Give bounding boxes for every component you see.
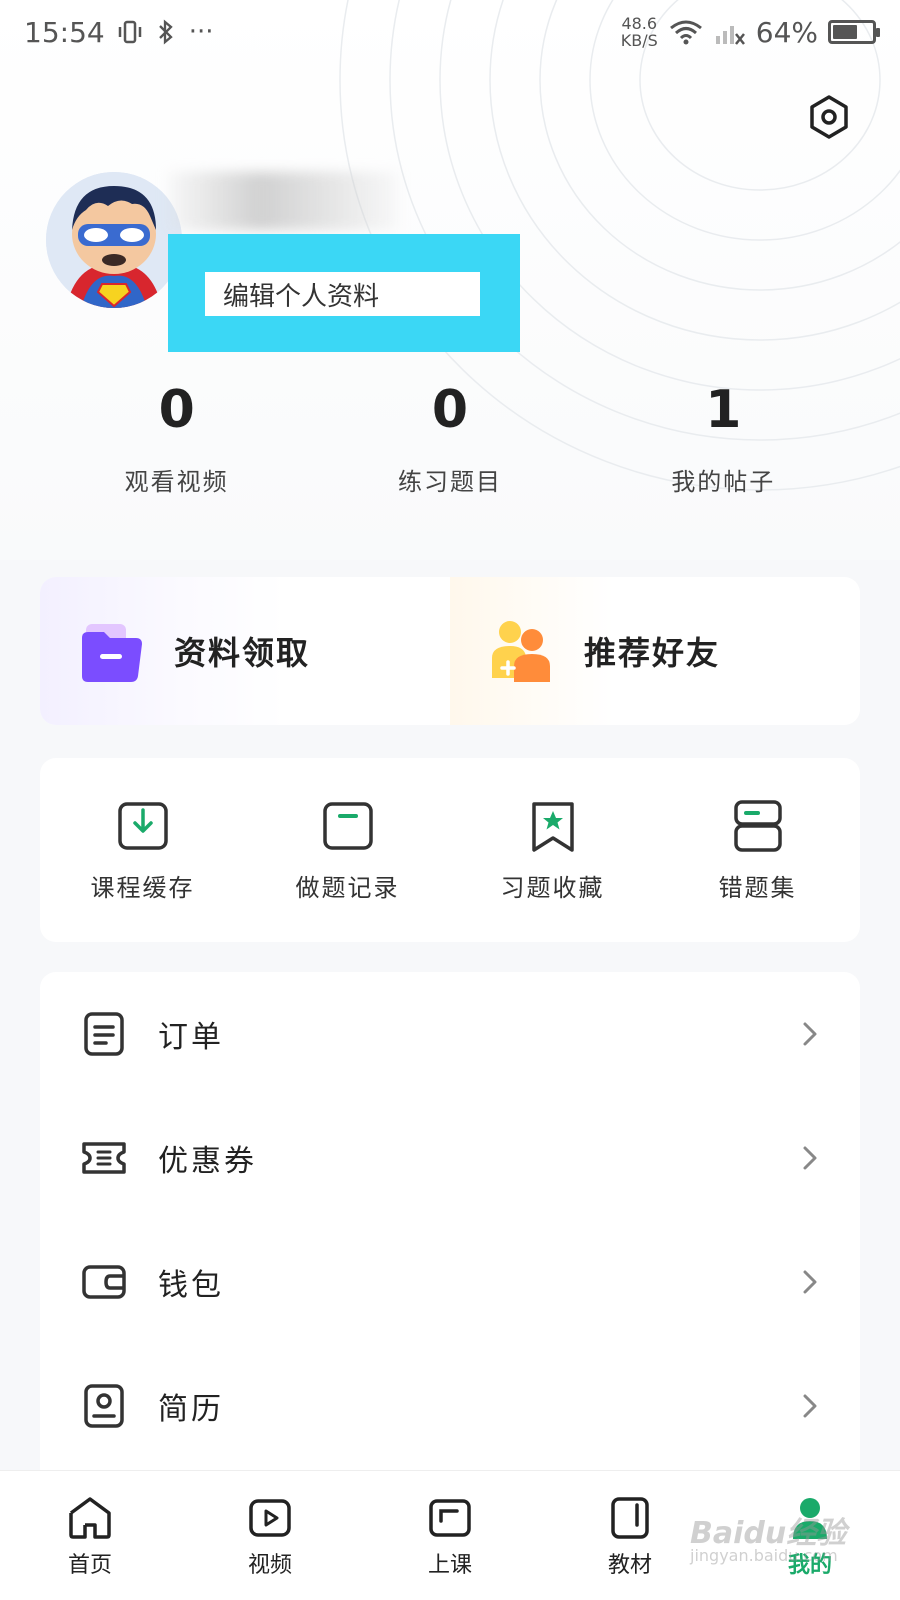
battery-percent: 64%	[755, 15, 818, 49]
stat-value: 0	[158, 380, 195, 440]
chevron-right-icon	[803, 1146, 817, 1170]
bookmark-star-icon	[531, 801, 574, 852]
stat-practice-questions[interactable]: 0 练习题目	[313, 380, 586, 497]
menu-label: 钱包	[158, 1268, 224, 1303]
tab-label: 上课	[427, 1553, 472, 1578]
record-icon	[322, 801, 373, 850]
chevron-right-icon	[803, 1022, 817, 1046]
resume-icon	[84, 1384, 124, 1428]
textbook-icon	[611, 1497, 649, 1539]
tab-profile[interactable]: 我的	[720, 1471, 900, 1600]
wallet-icon	[82, 1265, 126, 1299]
shortcut-card: 课程缓存 做题记录 习题收藏 错题集	[40, 758, 860, 942]
class-icon	[429, 1499, 471, 1537]
tab-label: 我的	[787, 1553, 832, 1578]
shortcut-label: 错题集	[718, 873, 797, 902]
stat-my-posts[interactable]: 1 我的帖子	[587, 380, 860, 497]
menu-label: 优惠券	[158, 1144, 257, 1179]
menu-item-orders[interactable]: 订单	[40, 972, 860, 1096]
avatar[interactable]	[46, 172, 182, 308]
menu-label: 简历	[158, 1392, 224, 1427]
add-friend-icon	[492, 621, 550, 682]
stat-value: 0	[431, 380, 469, 440]
stat-watched-videos[interactable]: 0 观看视频	[40, 380, 313, 497]
avatar-superman-icon	[46, 172, 182, 308]
stat-label: 观看视频	[124, 468, 229, 496]
menu-item-coupons[interactable]: 优惠券	[40, 1096, 860, 1220]
shortcut-label: 课程缓存	[90, 873, 195, 902]
tab-video[interactable]: 视频	[180, 1471, 360, 1600]
vibrate-icon	[118, 20, 141, 44]
stat-label: 练习题目	[397, 468, 502, 496]
shortcut-mistakes[interactable]: 错题集	[655, 798, 860, 903]
promo-card: 资料领取 推荐好友	[40, 577, 860, 725]
promo-label: 资料领取	[174, 634, 311, 672]
download-icon	[117, 801, 168, 850]
stats-row: 0 观看视频 0 练习题目 1 我的帖子	[40, 380, 860, 497]
tab-label: 视频	[247, 1553, 292, 1578]
folder-icon	[82, 624, 142, 682]
bluetooth-icon	[158, 19, 173, 45]
tab-class[interactable]: 上课	[360, 1471, 540, 1600]
shortcut-label: 做题记录	[295, 873, 400, 902]
tab-home[interactable]: 首页	[0, 1471, 180, 1600]
promo-label: 推荐好友	[584, 634, 721, 672]
mistakes-icon	[733, 799, 782, 852]
menu-label: 订单	[158, 1020, 224, 1055]
coupon-icon	[82, 1142, 126, 1174]
bottom-tab-bar: 首页 视频 上课 教材 我的	[0, 1470, 900, 1600]
battery-icon	[828, 20, 880, 44]
edit-profile-button[interactable]: 编辑个人资料	[205, 272, 480, 316]
chevron-right-icon	[803, 1394, 817, 1418]
stat-label: 我的帖子	[671, 468, 776, 496]
wifi-icon	[669, 20, 702, 45]
chevron-right-icon	[803, 1270, 817, 1294]
tab-label: 教材	[607, 1553, 652, 1578]
edit-profile-label: 编辑个人资料	[223, 281, 380, 312]
username-redacted	[168, 172, 398, 230]
promo-invite-friends-button[interactable]: 推荐好友	[450, 577, 860, 725]
status-more: ···	[188, 17, 214, 47]
settings-gear-icon[interactable]	[806, 94, 852, 140]
battery-level	[833, 25, 858, 39]
shortcut-course-cache[interactable]: 课程缓存	[40, 798, 245, 903]
promo-materials-button[interactable]: 资料领取	[40, 577, 450, 725]
tab-textbook[interactable]: 教材	[540, 1471, 720, 1600]
menu-item-resume[interactable]: 简历	[40, 1344, 860, 1468]
tab-label: 首页	[67, 1553, 112, 1578]
menu-item-wallet[interactable]: 钱包	[40, 1220, 860, 1344]
status-time: 15:54	[24, 15, 105, 49]
video-icon	[249, 1499, 291, 1537]
status-bar: 15:54 ··· 48.6 KB/S 64%	[0, 0, 900, 64]
profile-icon	[793, 1498, 827, 1539]
menu-list: 订单 优惠券 钱包 简历	[40, 972, 860, 1492]
order-icon	[84, 1012, 124, 1056]
home-icon	[69, 1497, 111, 1539]
shortcut-practice-records[interactable]: 做题记录	[245, 798, 450, 903]
network-speed: 48.6 KB/S	[620, 14, 658, 50]
shortcut-label: 习题收藏	[500, 873, 605, 902]
cellular-signal-icon	[715, 26, 745, 45]
shortcut-favorites[interactable]: 习题收藏	[450, 798, 655, 903]
stat-value: 1	[705, 380, 742, 440]
